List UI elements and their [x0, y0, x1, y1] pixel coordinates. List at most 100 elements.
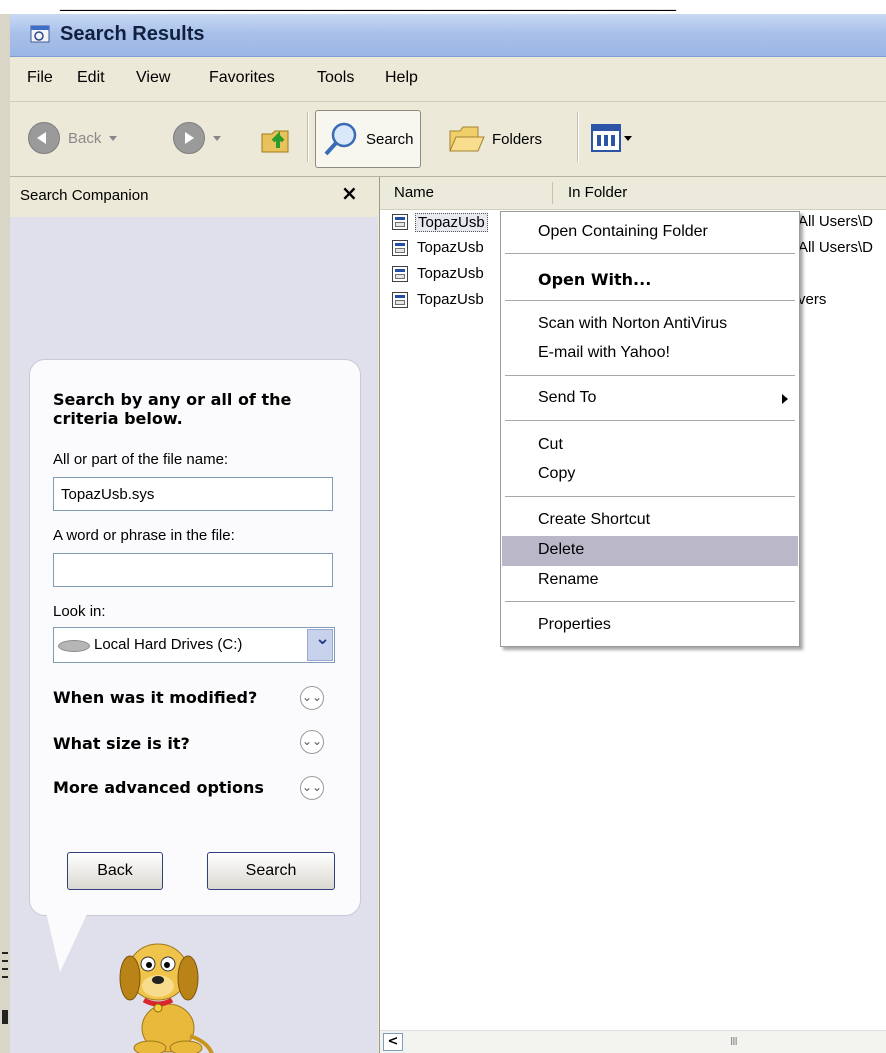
phrase-label: A word or phrase in the file:	[53, 527, 235, 544]
hard-drive-icon	[58, 640, 90, 652]
option-advanced[interactable]: More advanced options	[53, 778, 264, 797]
option-modified[interactable]: When was it modified?	[53, 688, 257, 707]
sys-file-icon	[392, 266, 408, 282]
sys-file-icon	[392, 292, 408, 308]
column-divider[interactable]	[552, 182, 553, 204]
menu-delete[interactable]: Delete	[502, 536, 798, 566]
menu-cut[interactable]: Cut	[502, 431, 798, 461]
menu-label: Delete	[538, 541, 585, 558]
search-toolbar-label: Search	[366, 130, 414, 148]
folders-button[interactable]: Folders	[448, 123, 542, 155]
search-companion-panel: Search by any or all of the criteria bel…	[10, 217, 378, 1053]
views-button[interactable]	[591, 124, 632, 152]
look-in-select[interactable]: Local Hard Drives (C:)	[53, 627, 335, 663]
result-name: TopazUsb	[417, 239, 484, 256]
close-icon[interactable]: ×	[341, 181, 358, 205]
column-in-folder[interactable]: In Folder	[568, 184, 627, 201]
back-dropdown-icon[interactable]	[109, 135, 118, 141]
menu-bar: File Edit View Favorites Tools Help	[10, 57, 886, 102]
column-header-bar: Name In Folder	[380, 177, 886, 210]
sys-file-icon	[392, 214, 408, 230]
scroll-thumb[interactable]: III	[730, 1035, 738, 1048]
menu-label: Scan with Norton AntiVirus	[538, 315, 728, 332]
phrase-input[interactable]	[53, 553, 333, 587]
chevron-down-icon[interactable]	[307, 628, 333, 661]
sys-file-icon	[392, 240, 408, 256]
menu-label: Send To	[538, 389, 597, 406]
menu-open-with[interactable]: Open With...	[502, 265, 798, 295]
menu-label: Create Shortcut	[538, 511, 651, 528]
search-toolbar-button[interactable]: Search	[315, 110, 421, 168]
menu-label: Copy	[538, 465, 576, 482]
back-arrow-icon	[28, 122, 60, 154]
file-name-input[interactable]	[53, 477, 333, 511]
menu-scan-norton[interactable]: Scan with Norton AntiVirus	[502, 310, 798, 340]
scroll-left-icon[interactable]: <	[383, 1033, 403, 1051]
menu-create-shortcut[interactable]: Create Shortcut	[502, 506, 798, 536]
window-title: Search Results	[60, 23, 205, 45]
menu-rename[interactable]: Rename	[502, 566, 798, 596]
companion-title: Search Companion	[20, 187, 149, 204]
result-name: TopazUsb	[415, 213, 488, 232]
menu-tools[interactable]: Tools	[317, 69, 354, 87]
companion-back-button[interactable]: Back	[67, 852, 163, 890]
menu-help[interactable]: Help	[385, 69, 418, 87]
menu-separator	[505, 375, 795, 376]
companion-search-button[interactable]: Search	[207, 852, 335, 890]
menu-separator	[505, 253, 795, 254]
back-label: Back	[68, 129, 102, 147]
rover-dog-icon[interactable]	[110, 932, 220, 1053]
option-size[interactable]: What size is it?	[53, 734, 190, 753]
look-in-label: Look in:	[53, 603, 106, 620]
expand-advanced-icon[interactable]: ⌄⌄	[300, 776, 324, 800]
look-in-value: Local Hard Drives (C:)	[94, 636, 243, 653]
forward-dropdown-icon[interactable]	[213, 135, 221, 141]
top-strip: ________________________________________…	[0, 0, 886, 14]
menu-email-yahoo[interactable]: E-mail with Yahoo!	[502, 339, 798, 369]
balloon-heading: Search by any or all of the criteria bel…	[53, 390, 292, 428]
menu-label: E-mail with Yahoo!	[538, 344, 670, 361]
left-edge-marks	[0, 930, 10, 1053]
expand-modified-icon[interactable]: ⌄⌄	[300, 686, 324, 710]
submenu-arrow-icon	[782, 394, 788, 404]
back-button[interactable]: Back	[28, 122, 118, 154]
menu-label: Rename	[538, 571, 599, 588]
horizontal-scrollbar[interactable]: < III	[380, 1030, 886, 1053]
menu-copy[interactable]: Copy	[502, 460, 798, 490]
toolbar-separator	[307, 112, 309, 162]
balloon-tail	[46, 912, 88, 972]
forward-button[interactable]	[173, 122, 221, 154]
search-balloon: Search by any or all of the criteria bel…	[29, 359, 361, 916]
menu-label: Open Containing Folder	[538, 223, 708, 240]
toolbar-separator-2	[577, 112, 579, 162]
forward-arrow-icon	[173, 122, 205, 154]
menu-file[interactable]: File	[27, 69, 53, 87]
companion-header: Search Companion ×	[10, 177, 378, 217]
up-folder-icon[interactable]	[260, 122, 294, 156]
result-folder: All Users\D	[798, 213, 874, 230]
column-name[interactable]: Name	[394, 184, 434, 201]
menu-separator	[505, 420, 795, 421]
menu-separator	[505, 496, 795, 497]
views-icon	[591, 124, 621, 152]
context-menu: Open Containing Folder Open With... Scan…	[500, 211, 800, 647]
menu-separator	[505, 601, 795, 602]
menu-label: Cut	[538, 436, 563, 453]
menu-properties[interactable]: Properties	[502, 611, 798, 641]
result-name: TopazUsb	[417, 291, 484, 308]
menu-view[interactable]: View	[136, 69, 170, 87]
file-name-label: All or part of the file name:	[53, 451, 229, 468]
title-bar[interactable]: Search Results	[10, 14, 886, 57]
result-folder: All Users\D	[798, 239, 874, 256]
folders-icon	[449, 126, 485, 152]
views-dropdown-icon[interactable]	[624, 135, 632, 141]
menu-send-to[interactable]: Send To	[502, 384, 798, 414]
expand-size-icon[interactable]: ⌄⌄	[300, 730, 324, 754]
search-window-icon	[30, 25, 50, 43]
toolbar: Back Search Folders	[10, 102, 886, 177]
folders-label: Folders	[492, 130, 543, 148]
menu-favorites[interactable]: Favorites	[209, 69, 275, 87]
menu-label: Open With...	[538, 270, 652, 289]
menu-open-containing-folder[interactable]: Open Containing Folder	[502, 218, 798, 248]
menu-edit[interactable]: Edit	[77, 69, 105, 87]
